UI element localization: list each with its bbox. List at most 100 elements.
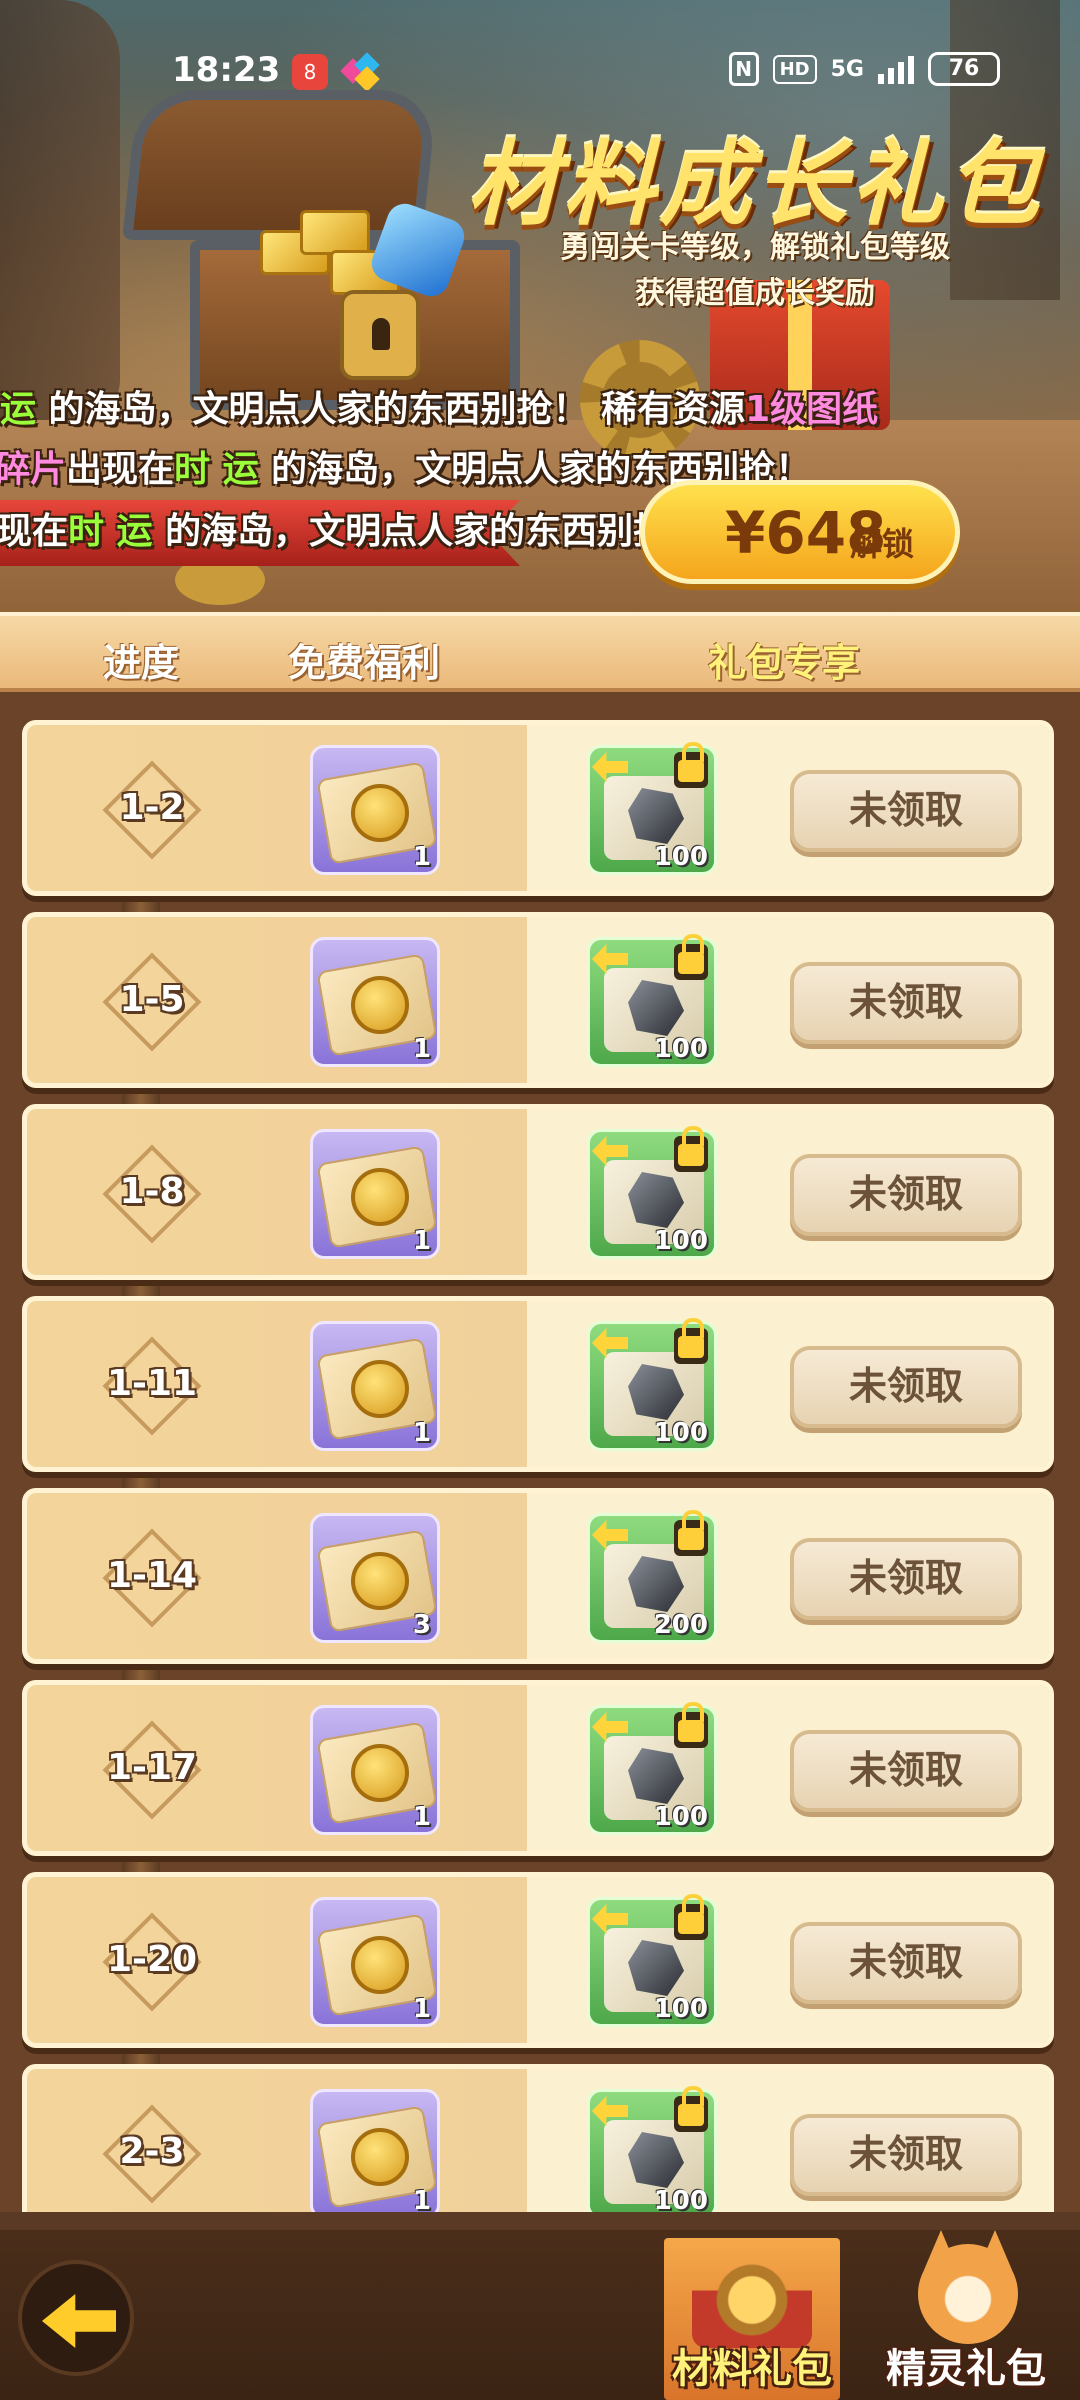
back-button[interactable] [18, 2260, 134, 2376]
coin-icon [351, 1168, 409, 1226]
cat-icon [918, 2244, 1018, 2344]
lock-icon [674, 1702, 708, 1748]
marquee-text: 运 的海岛，文明点人家的东西别抢！ 稀有资源1级图纸 [0, 380, 878, 432]
claim-button[interactable]: 未领取 [790, 962, 1022, 1044]
claim-button[interactable]: 未领取 [790, 1730, 1022, 1812]
marquee-segment: 碎片 [0, 449, 67, 490]
coin-icon [351, 976, 409, 1034]
free-reward-item[interactable]: 1 [310, 1705, 440, 1835]
header-free-rewards: 免费福利 [288, 641, 441, 685]
marquee-segment: 的海岛，文明点人家的东西别抢！ [36, 389, 589, 430]
free-reward-item[interactable]: 1 [310, 2089, 440, 2212]
claim-button[interactable]: 未领取 [790, 1154, 1022, 1236]
tab-label: 材料礼包 [672, 2346, 832, 2392]
level-label: 1-5 [119, 979, 185, 1020]
item-quantity: 1 [412, 1802, 431, 1832]
free-reward-item[interactable]: 3 [310, 1513, 440, 1643]
marquee-text: 现在时 运 的海岛，文明点人家的东西别抢！ [0, 502, 705, 554]
marquee-segment: 时 运 [68, 511, 153, 552]
lock-icon [674, 2086, 708, 2132]
lock-icon [674, 742, 708, 788]
item-quantity: 1 [412, 2186, 431, 2212]
nfc-icon: N [728, 52, 759, 86]
item-quantity: 100 [653, 1994, 708, 2024]
marquee-segment: 现在 [0, 511, 69, 552]
free-reward-item[interactable]: 1 [310, 1129, 440, 1259]
gift-reward-item[interactable]: 100 [587, 1894, 717, 2027]
tab-spirit-pack[interactable]: 精灵礼包 [866, 2238, 1066, 2400]
item-quantity: 1 [412, 1226, 431, 1256]
marquee-segment: 的海岛，文明点人家的东西别抢！ [152, 511, 706, 552]
level-label: 1-8 [119, 1171, 185, 1212]
gift-reward-item[interactable]: 100 [587, 1318, 717, 1451]
gift-reward-item[interactable]: 100 [587, 742, 717, 875]
item-quantity: 100 [653, 1034, 708, 1064]
arrow-left-icon [42, 2294, 116, 2348]
tab-material-pack[interactable]: 材料礼包 [664, 2238, 840, 2400]
item-quantity: 1 [412, 842, 431, 872]
gift-reward-item[interactable]: 100 [587, 1702, 717, 1835]
gift-reward-item[interactable]: 100 [587, 934, 717, 1067]
marquee-segment: 1级图纸 [745, 389, 879, 430]
item-quantity: 100 [653, 1418, 708, 1448]
material-pack-icon [692, 2252, 812, 2348]
free-reward-item[interactable]: 1 [310, 745, 440, 875]
reward-row: 1-5 1 100 未领取 [22, 912, 1054, 1088]
keyhole-icon [340, 290, 420, 380]
level-label: 1-17 [106, 1747, 198, 1788]
item-quantity: 1 [412, 1034, 431, 1064]
bottom-nav: 材料礼包 精灵礼包 [0, 2230, 1080, 2400]
claim-button[interactable]: 未领取 [790, 2114, 1022, 2196]
lock-icon [674, 1894, 708, 1940]
network-label: 5G [830, 56, 864, 82]
free-reward-item[interactable]: 1 [310, 1897, 440, 2027]
claim-button[interactable]: 未领取 [790, 770, 1022, 852]
level-label: 1-11 [106, 1363, 198, 1404]
banner-subtitle: 获得超值成长奖励 [635, 276, 875, 311]
column-header: 进度 免费福利 礼包专享 [0, 612, 1080, 692]
claim-button[interactable]: 未领取 [790, 1922, 1022, 2004]
clock: 18:23 [172, 50, 281, 90]
gift-reward-item[interactable]: 100 [587, 1126, 717, 1259]
lock-icon [674, 1318, 708, 1364]
item-quantity: 100 [653, 1226, 708, 1256]
level-label: 1-2 [119, 787, 185, 828]
unlock-price-button[interactable]: ¥648 解锁 [640, 480, 960, 584]
free-reward-item[interactable]: 1 [310, 937, 440, 1067]
item-quantity: 100 [653, 842, 708, 872]
app-notification-icon [340, 52, 380, 92]
coin-icon [351, 1552, 409, 1610]
hd-icon: HD [772, 54, 817, 84]
coin-icon [351, 1744, 409, 1802]
banner-subtitle: 勇闯关卡等级，解锁礼包等级 [560, 230, 950, 265]
claim-button[interactable]: 未领取 [790, 1346, 1022, 1428]
level-label: 1-20 [106, 1939, 198, 1980]
reward-row: 1-17 1 100 未领取 [22, 1680, 1054, 1856]
coin-icon [351, 784, 409, 842]
lock-icon [674, 1126, 708, 1172]
tab-label: 精灵礼包 [886, 2346, 1046, 2392]
item-quantity: 1 [412, 1418, 431, 1448]
lock-icon [674, 934, 708, 980]
coin-icon [351, 2128, 409, 2186]
free-reward-item[interactable]: 1 [310, 1321, 440, 1451]
reward-list[interactable]: 1-2 1 100 未领取 1-5 1 100 未领取 1-8 1 100 未领… [0, 692, 1080, 2212]
battery-icon: 76 [928, 52, 1000, 86]
status-icons: N HD 5G 76 [728, 52, 1000, 86]
coin-icon [351, 1360, 409, 1418]
reward-row: 1-11 1 100 未领取 [22, 1296, 1054, 1472]
gift-reward-item[interactable]: 100 [587, 2086, 717, 2212]
reward-row: 1-20 1 100 未领取 [22, 1872, 1054, 2048]
reward-row: 1-2 1 100 未领取 [22, 720, 1054, 896]
signal-icon [878, 54, 914, 84]
header-progress: 进度 [103, 641, 180, 685]
gift-reward-item[interactable]: 200 [587, 1510, 717, 1643]
header-gift-exclusive: 礼包专享 [708, 641, 861, 685]
coin-icon [351, 1936, 409, 1994]
claim-button[interactable]: 未领取 [790, 1538, 1022, 1620]
level-label: 2-3 [119, 2131, 185, 2172]
app-notification-icon: 8 [292, 54, 328, 90]
marquee-segment: 稀有资源 [588, 389, 746, 430]
reward-row: 2-3 1 100 未领取 [22, 2064, 1054, 2212]
marquee-segment: 时 运 [174, 449, 259, 490]
